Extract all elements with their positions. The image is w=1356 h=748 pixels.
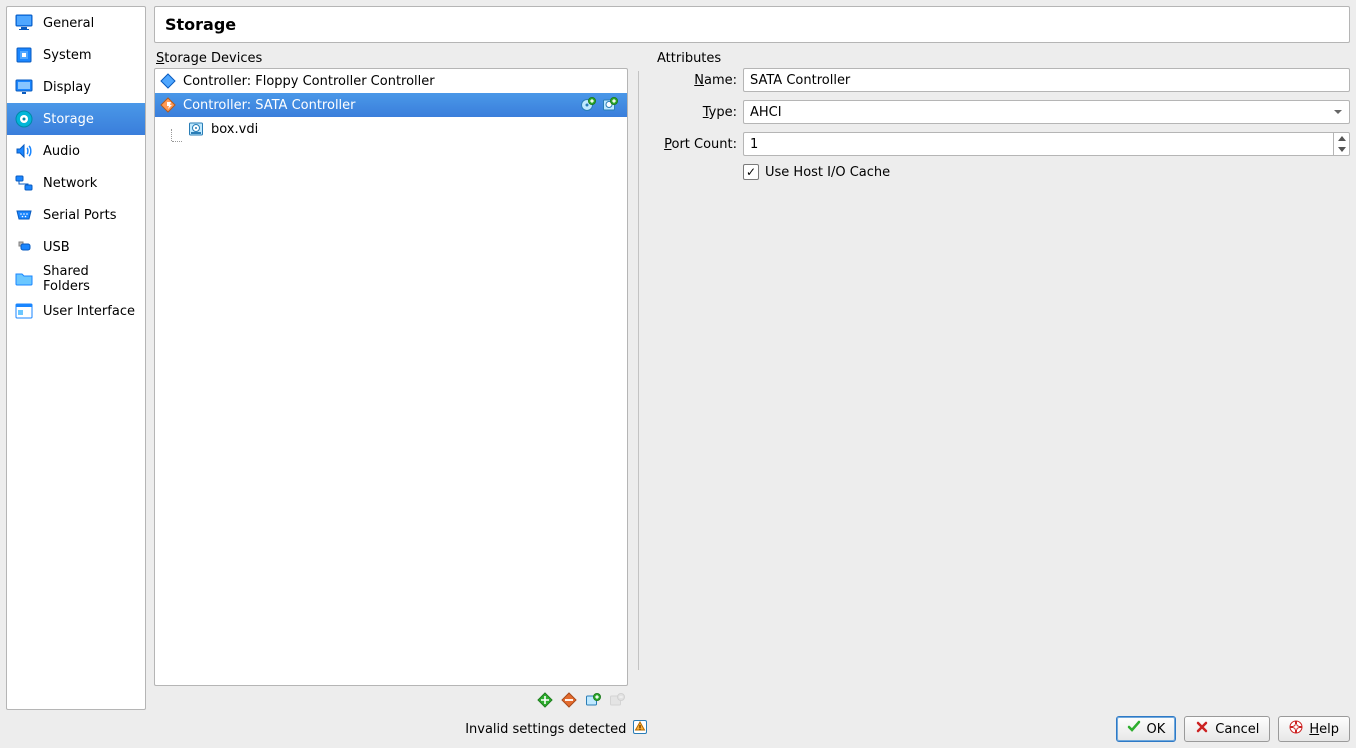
- display-icon: [13, 76, 35, 98]
- attributes-label: Attributes: [657, 51, 1350, 66]
- status-bar: Invalid settings detected: [6, 719, 1108, 739]
- settings-category-sidebar: General System Display Storage Audio: [6, 6, 146, 710]
- tree-row-label: Controller: Floppy Controller Controller: [183, 74, 435, 89]
- tree-row-controller-sata[interactable]: Controller: SATA Controller: [155, 93, 627, 117]
- ok-button[interactable]: OK: [1116, 716, 1177, 742]
- type-label: Type:: [657, 105, 737, 120]
- sidebar-item-shared-folders[interactable]: Shared Folders: [7, 263, 145, 295]
- sidebar-item-label: General: [43, 16, 94, 31]
- storage-tree-toolbar: [154, 686, 628, 710]
- cancel-button[interactable]: Cancel: [1184, 716, 1270, 742]
- page-title: Storage: [165, 15, 1339, 34]
- ok-check-icon: [1127, 720, 1141, 738]
- sidebar-item-serial-ports[interactable]: Serial Ports: [7, 199, 145, 231]
- settings-window: General System Display Storage Audio: [0, 0, 1356, 748]
- tree-row-label: Controller: SATA Controller: [183, 98, 356, 113]
- sidebar-item-label: Serial Ports: [43, 208, 116, 223]
- storage-devices-tree[interactable]: Controller: Floppy Controller Controller…: [154, 68, 628, 686]
- add-attachment-icon[interactable]: [584, 691, 602, 709]
- port-count-field[interactable]: [744, 133, 1333, 155]
- name-label: Name:: [657, 73, 737, 88]
- sidebar-item-storage[interactable]: Storage: [7, 103, 145, 135]
- folder-icon: [13, 268, 35, 290]
- serial-port-icon: [13, 204, 35, 226]
- floppy-controller-icon: [159, 72, 177, 90]
- select-value: AHCI: [750, 105, 782, 120]
- warning-icon: [632, 719, 648, 739]
- add-hard-disk-icon[interactable]: [601, 96, 619, 114]
- tree-row-disk[interactable]: box.vdi: [155, 117, 627, 141]
- remove-attachment-icon: [608, 691, 626, 709]
- sidebar-item-label: User Interface: [43, 304, 135, 319]
- sidebar-item-label: USB: [43, 240, 70, 255]
- sidebar-item-network[interactable]: Network: [7, 167, 145, 199]
- hard-disk-icon: [187, 120, 205, 138]
- sidebar-item-general[interactable]: General: [7, 7, 145, 39]
- remove-controller-icon[interactable]: [560, 691, 578, 709]
- content-divider: [638, 71, 639, 670]
- storage-disk-icon: [13, 108, 35, 130]
- monitor-icon: [13, 12, 35, 34]
- window-layout-icon: [13, 300, 35, 322]
- help-button[interactable]: Help: [1278, 716, 1350, 742]
- cancel-label: Cancel: [1215, 722, 1259, 737]
- audio-icon: [13, 140, 35, 162]
- checkbox-label: Use Host I/O Cache: [765, 165, 890, 180]
- page-header: Storage: [154, 6, 1350, 43]
- sidebar-item-label: Audio: [43, 144, 80, 159]
- sidebar-item-label: Network: [43, 176, 97, 191]
- add-controller-icon[interactable]: [536, 691, 554, 709]
- checkbox-indicator-icon: [743, 164, 759, 180]
- help-lifebuoy-icon: [1289, 720, 1303, 738]
- port-count-down-icon[interactable]: [1334, 144, 1349, 155]
- tree-row-controller-floppy[interactable]: Controller: Floppy Controller Controller: [155, 69, 627, 93]
- network-icon: [13, 172, 35, 194]
- use-host-io-cache-checkbox[interactable]: Use Host I/O Cache: [743, 164, 1350, 180]
- sidebar-item-system[interactable]: System: [7, 39, 145, 71]
- sidebar-item-user-interface[interactable]: User Interface: [7, 295, 145, 327]
- controller-name-input[interactable]: [743, 68, 1350, 92]
- controller-type-select[interactable]: AHCI: [743, 100, 1350, 124]
- help-label: Help: [1309, 722, 1339, 737]
- sidebar-item-label: System: [43, 48, 91, 63]
- cancel-x-icon: [1195, 720, 1209, 738]
- sidebar-item-display[interactable]: Display: [7, 71, 145, 103]
- port-count-up-icon[interactable]: [1334, 133, 1349, 144]
- tree-row-label: box.vdi: [211, 122, 258, 137]
- usb-icon: [13, 236, 35, 258]
- add-optical-drive-icon[interactable]: [579, 96, 597, 114]
- port-count-input[interactable]: [743, 132, 1350, 156]
- port-count-label: Port Count:: [657, 137, 737, 152]
- sidebar-item-label: Shared Folders: [43, 264, 139, 294]
- status-text: Invalid settings detected: [465, 722, 626, 737]
- storage-devices-label: Storage Devices: [156, 51, 628, 66]
- sidebar-item-audio[interactable]: Audio: [7, 135, 145, 167]
- sidebar-item-label: Display: [43, 80, 91, 95]
- ok-label: OK: [1147, 722, 1166, 737]
- sidebar-item-usb[interactable]: USB: [7, 231, 145, 263]
- sata-controller-icon: [159, 96, 177, 114]
- sidebar-item-label: Storage: [43, 112, 94, 127]
- chip-icon: [13, 44, 35, 66]
